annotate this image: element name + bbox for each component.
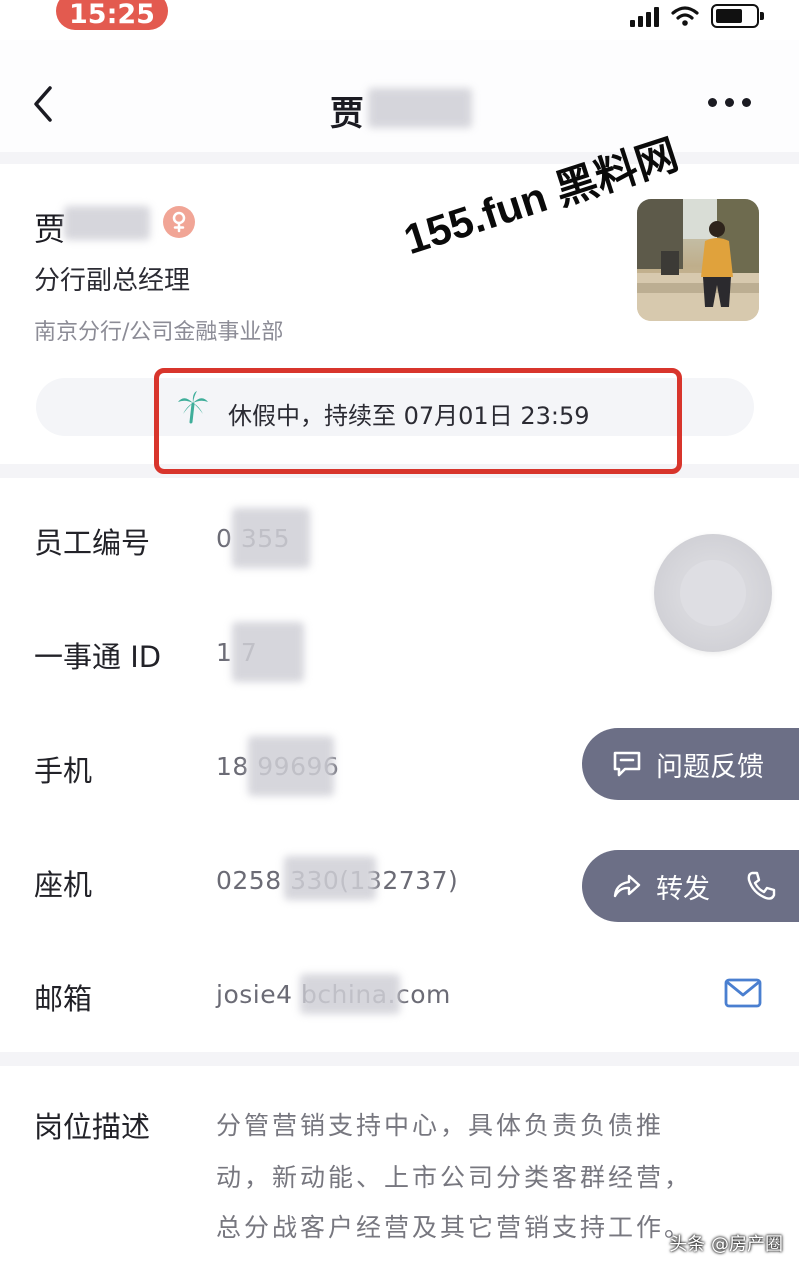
redacted-value — [300, 974, 400, 1014]
phone-icon[interactable] — [744, 869, 778, 903]
row-label: 邮箱 — [34, 982, 93, 1016]
row-label: 一事通 ID — [34, 640, 162, 674]
feedback-icon — [613, 751, 641, 777]
status-time: 15:25 — [56, 0, 168, 30]
floating-assistive-button[interactable] — [654, 534, 772, 652]
job-description-line: 分管营销支持中心，具体负责负债推 — [216, 1111, 665, 1140]
more-menu-icon[interactable] — [708, 98, 751, 107]
redacted-value — [284, 856, 376, 900]
job-description-line: 动，新动能、上市公司分类客群经营， — [216, 1163, 693, 1192]
wifi-icon — [671, 6, 699, 26]
info-row-email: 邮箱 josie4 bchina.com — [0, 934, 799, 1048]
contact-name: 贾 — [34, 210, 67, 248]
red-highlight-annotation — [154, 368, 682, 474]
forward-button[interactable]: 转发 — [582, 850, 799, 922]
redacted-name — [368, 88, 472, 128]
status-bar: 15:25 — [0, 0, 799, 40]
job-title: 分行副总经理 — [34, 266, 191, 296]
page-title: 贾 — [330, 94, 364, 134]
avatar[interactable] — [637, 199, 759, 321]
row-label: 员工编号 — [34, 526, 151, 560]
battery-icon — [711, 4, 764, 28]
female-gender-icon — [163, 206, 195, 238]
mail-icon[interactable] — [724, 978, 762, 1008]
feedback-label: 问题反馈 — [656, 751, 764, 783]
source-credit-watermark: 头条 @房产圈 — [669, 1234, 783, 1255]
redacted-value — [248, 736, 334, 796]
row-label: 手机 — [34, 754, 93, 788]
cellular-signal-icon — [630, 5, 659, 27]
share-arrow-icon — [613, 874, 641, 898]
redacted-name — [64, 206, 150, 240]
job-description-label: 岗位描述 — [34, 1110, 151, 1144]
job-description-line: 总分战客户经营及其它营销支持工作。 — [216, 1213, 693, 1242]
row-label: 座机 — [34, 868, 93, 902]
redacted-value — [232, 508, 310, 568]
department: 南京分行/公司金融事业部 — [34, 320, 284, 345]
feedback-button[interactable]: 问题反馈 — [582, 728, 799, 800]
back-arrow-icon[interactable] — [26, 80, 66, 128]
forward-label: 转发 — [656, 873, 710, 905]
redacted-value — [232, 622, 304, 682]
navigation-bar: 贾 — [0, 40, 799, 152]
status-icons — [630, 4, 764, 28]
